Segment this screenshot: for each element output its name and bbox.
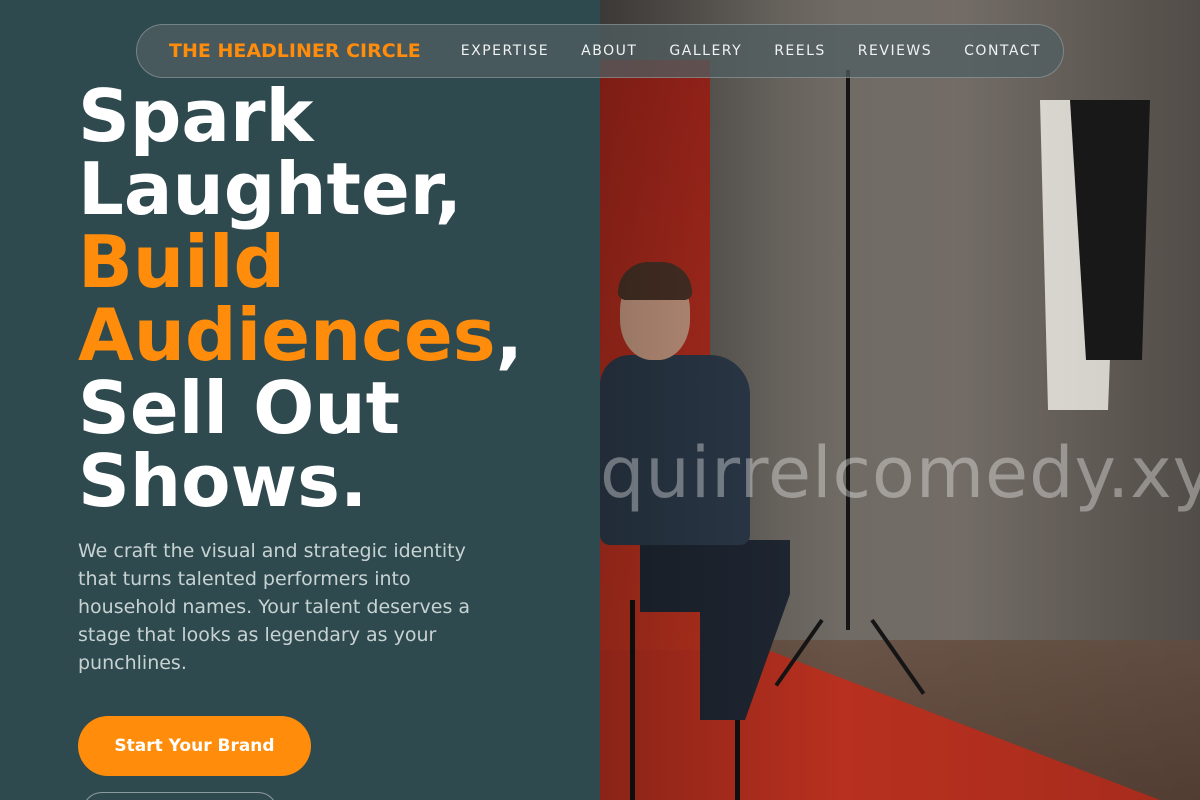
nav-link-gallery[interactable]: GALLERY <box>669 43 742 59</box>
start-your-brand-button[interactable]: Start Your Brand <box>78 716 311 776</box>
hero-title-line: Laughter, <box>78 147 463 231</box>
photo-shade <box>600 0 1200 800</box>
hero-title-line: Shows. <box>78 439 368 523</box>
hero-title-line: Audiences, <box>78 299 598 372</box>
brand-logo[interactable]: THE HEADLINER CIRCLE <box>169 40 421 62</box>
watermark: quirrelcomedy.xy <box>600 432 1200 514</box>
nav-link-expertise[interactable]: EXPERTISE <box>461 43 549 59</box>
hero-photo <box>600 0 1200 800</box>
top-navbar: THE HEADLINER CIRCLE EXPERTISE ABOUT GAL… <box>136 24 1064 78</box>
hero-title-accent-word: Audiences <box>78 293 496 377</box>
nav-link-contact[interactable]: CONTACT <box>964 43 1041 59</box>
hero-description: We craft the visual and strategic identi… <box>78 540 471 674</box>
nav-link-reviews[interactable]: REVIEWS <box>858 43 932 59</box>
hero-title: Spark Laughter, Build Audiences, Sell Ou… <box>78 80 598 518</box>
hero-title-line: Spark <box>78 74 314 158</box>
nav-links: EXPERTISE ABOUT GALLERY REELS REVIEWS CO… <box>461 43 1041 59</box>
hero-title-line: Sell Out <box>78 366 400 450</box>
nav-link-about[interactable]: ABOUT <box>581 43 637 59</box>
hero-title-comma: , <box>495 293 524 377</box>
secondary-button[interactable] <box>82 792 278 800</box>
nav-link-reels[interactable]: REELS <box>774 43 826 59</box>
hero-title-accent-line: Build <box>78 220 286 304</box>
